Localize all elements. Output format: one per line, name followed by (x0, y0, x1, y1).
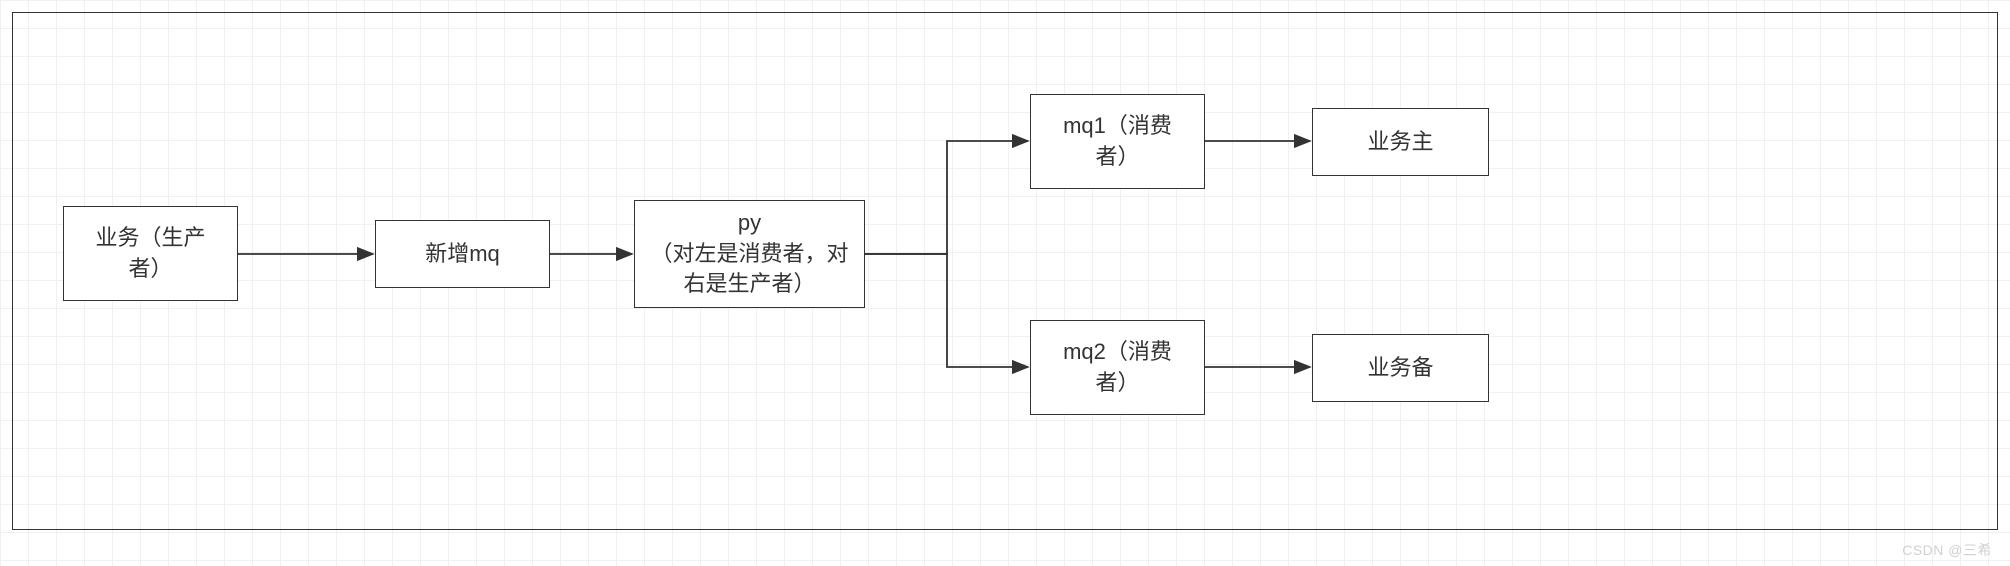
node-mq2: mq2（消费 者） (1030, 320, 1205, 415)
diagram-frame (12, 12, 1998, 530)
node-text: 业务（生产 者） (95, 223, 205, 285)
node-text: py （对左是消费者，对 右是生产者） (650, 208, 848, 300)
node-new-mq: 新增mq (375, 220, 550, 288)
node-text: mq2（消费 者） (1063, 337, 1172, 399)
node-text: 业务备 (1367, 353, 1433, 384)
node-text: mq1（消费 者） (1063, 111, 1172, 173)
node-text: 业务主 (1367, 127, 1433, 158)
node-py: py （对左是消费者，对 右是生产者） (634, 200, 865, 308)
node-biz-main: 业务主 (1312, 108, 1489, 176)
node-biz-backup: 业务备 (1312, 334, 1489, 402)
watermark-text: CSDN @三希 (1902, 540, 1992, 560)
node-text: 新增mq (425, 239, 500, 270)
node-mq1: mq1（消费 者） (1030, 94, 1205, 189)
node-producer: 业务（生产 者） (63, 206, 238, 301)
